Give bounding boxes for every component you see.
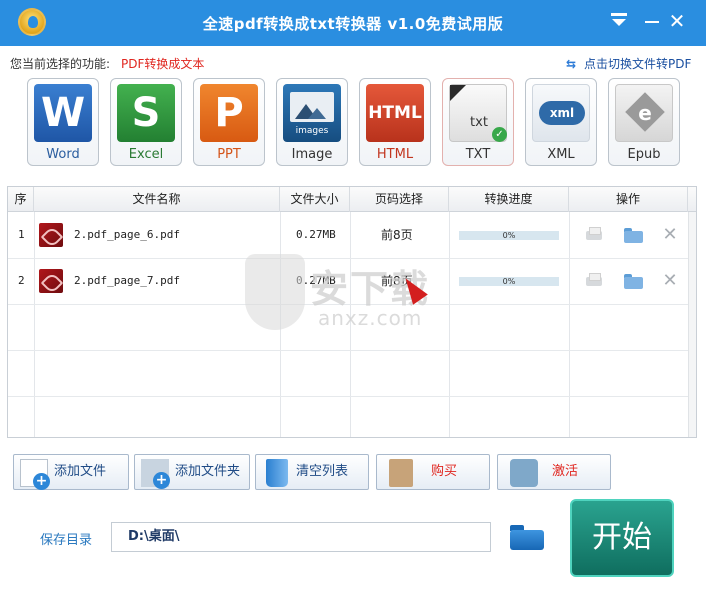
col-file-size[interactable]: 文件大小 (280, 187, 350, 212)
format-excel-label: Excel (128, 147, 164, 162)
clear-list-button[interactable]: 清空列表 (255, 454, 369, 490)
excel-icon: S (117, 84, 175, 142)
format-epub-label: Epub (627, 147, 661, 162)
progress-text: 0% (502, 277, 516, 286)
row-file-name: 2.pdf_page_7.pdf (74, 274, 180, 287)
row-file-size: 0.27MB (296, 228, 336, 241)
col-progress[interactable]: 转换进度 (449, 187, 569, 212)
xml-icon: xml (532, 84, 590, 142)
save-dir-field[interactable]: D:\桌面\ (111, 522, 491, 552)
delete-icon[interactable]: ✕ (660, 225, 680, 245)
format-txt-tile[interactable]: txt ✓ TXT (442, 78, 514, 166)
add-folder-label: 添加文件夹 (175, 464, 241, 479)
delete-icon[interactable]: ✕ (660, 271, 680, 291)
add-folder-button[interactable]: + 添加文件夹 (134, 454, 250, 490)
format-ppt-tile[interactable]: P PPT (193, 78, 265, 166)
buy-button[interactable]: 购买 (376, 454, 490, 490)
watermark-subtext: anxz.com (318, 306, 423, 330)
menu-dropdown-icon[interactable] (607, 10, 631, 32)
switch-mode-label: 点击切换文件转PDF (584, 57, 692, 71)
col-file-name[interactable]: 文件名称 (34, 187, 280, 212)
pdf-file-icon (39, 223, 63, 247)
format-xml-label: XML (547, 147, 575, 162)
check-icon: ✓ (492, 127, 507, 142)
add-file-icon: + (20, 459, 50, 490)
function-value: PDF转换成文本 (121, 57, 205, 71)
activate-button[interactable]: 激活 (497, 454, 611, 490)
start-button[interactable]: 开始 (570, 499, 674, 577)
row-index: 1 (18, 228, 25, 241)
add-file-label: 添加文件 (54, 464, 107, 479)
format-image-label: Image (291, 147, 333, 162)
format-image-tile[interactable]: images Image (276, 78, 348, 166)
minimize-button[interactable] (640, 10, 664, 32)
epub-icon: e (615, 84, 673, 142)
format-epub-tile[interactable]: e Epub (608, 78, 680, 166)
table-scrollbar[interactable] (688, 212, 696, 437)
add-folder-icon: + (141, 459, 170, 489)
table-row[interactable]: 1 2.pdf_page_6.pdf 0.27MB 前8页 0% ✕ (8, 212, 688, 258)
window-title: 全速pdf转换成txt转换器 v1.0免费试用版 (202, 15, 504, 33)
col-index[interactable]: 序 (8, 187, 34, 212)
clear-list-label: 清空列表 (296, 464, 349, 479)
row-page-select[interactable]: 前8页 (381, 212, 413, 258)
txt-icon: txt ✓ (449, 84, 507, 142)
swap-arrows-icon: ⇆ (566, 57, 577, 71)
format-ppt-label: PPT (217, 147, 241, 162)
pdf-file-icon (39, 269, 63, 293)
open-folder-icon[interactable] (623, 271, 643, 291)
printer-icon[interactable] (584, 225, 604, 245)
image-icon: images (283, 84, 341, 142)
ppt-icon: P (200, 84, 258, 142)
add-file-button[interactable]: + 添加文件 (13, 454, 129, 490)
trash-bin-icon (266, 459, 288, 487)
printer-icon[interactable] (584, 271, 604, 291)
format-word-tile[interactable]: W Word (27, 78, 99, 166)
row-file-name: 2.pdf_page_6.pdf (74, 228, 180, 241)
activate-label: 激活 (552, 464, 579, 479)
format-txt-label: TXT (465, 147, 491, 162)
shopping-bag-icon (389, 459, 413, 487)
buy-label: 购买 (431, 464, 458, 479)
format-html-label: HTML (376, 147, 414, 162)
format-html-tile[interactable]: HTML HTML (359, 78, 431, 166)
close-button[interactable]: ✕ (665, 10, 689, 32)
html-icon: HTML (366, 84, 424, 142)
watermark-shield-icon (245, 254, 305, 330)
format-xml-tile[interactable]: xml XML (525, 78, 597, 166)
function-label: 您当前选择的功能: (10, 57, 111, 71)
word-icon: W (34, 84, 92, 142)
save-dir-label: 保存目录 (40, 533, 93, 548)
table-header: 序 文件名称 文件大小 页码选择 转换进度 操作 (8, 187, 696, 212)
format-excel-tile[interactable]: S Excel (110, 78, 182, 166)
open-folder-icon[interactable] (623, 225, 643, 245)
col-actions[interactable]: 操作 (569, 187, 688, 212)
progress-text: 0% (502, 231, 516, 240)
activate-arrow-icon (510, 459, 538, 487)
col-page-selection[interactable]: 页码选择 (350, 187, 449, 212)
switch-mode-link[interactable]: ⇆ 点击切换文件转PDF (566, 55, 691, 72)
title-bar: 全速pdf转换成txt转换器 v1.0免费试用版 ✕ (0, 0, 706, 46)
format-word-label: Word (46, 147, 80, 162)
browse-folder-icon[interactable] (510, 523, 544, 551)
row-index: 2 (18, 274, 25, 287)
